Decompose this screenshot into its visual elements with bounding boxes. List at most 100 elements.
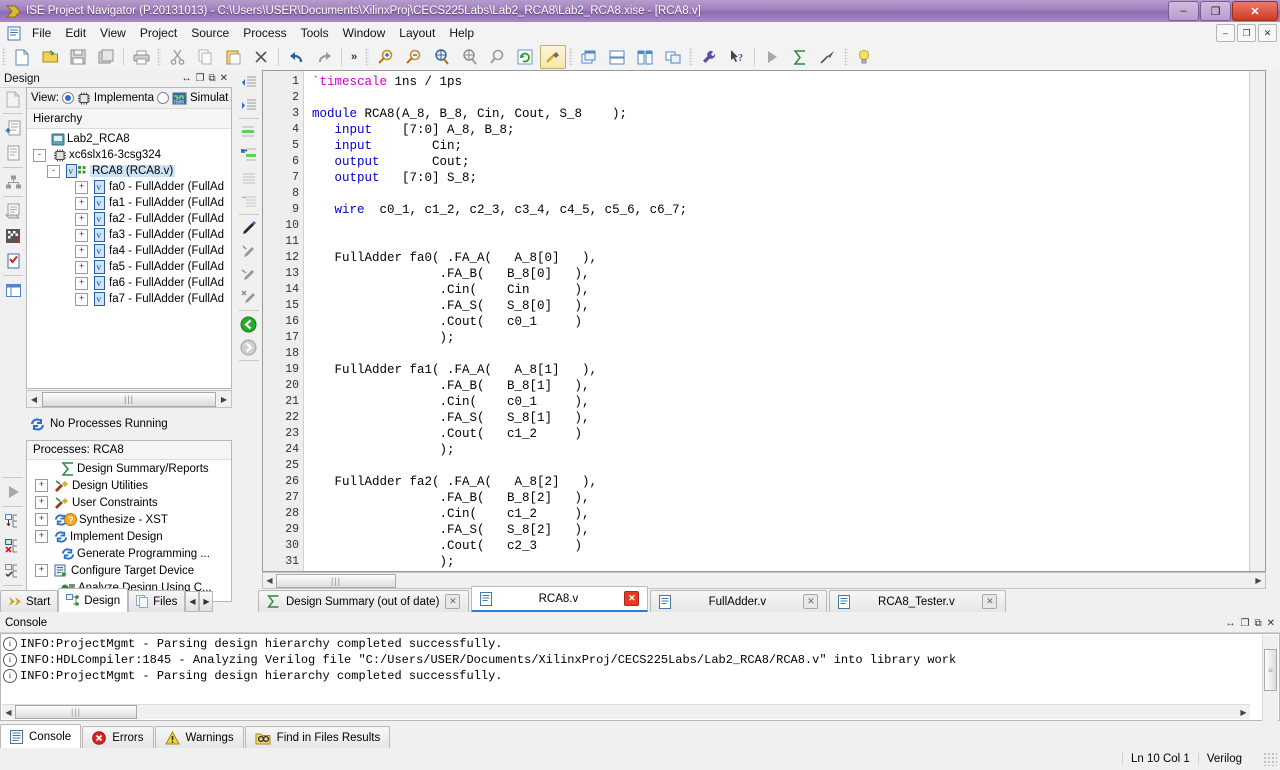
code-line[interactable]: FullAdder fa2( .FA_A( A_8[2] ),	[304, 474, 1265, 490]
run-icon[interactable]	[759, 45, 785, 69]
tile-horizontal-icon[interactable]	[604, 45, 630, 69]
tree-node-fa3[interactable]: + v fa3 - FullAdder (FullAd	[27, 227, 231, 243]
print-icon[interactable]	[128, 45, 154, 69]
console-tab-find-results[interactable]: Find in Files Results	[244, 726, 391, 748]
resize-icon[interactable]: ↔	[1226, 618, 1236, 629]
maximize-icon[interactable]: ❐	[196, 73, 205, 84]
build-icon[interactable]	[540, 45, 567, 69]
clear-bookmarks-icon[interactable]	[237, 190, 260, 212]
console-horizontal-scrollbar[interactable]: ◀ ||| ▶	[2, 704, 1250, 719]
doc-tab-design-summary[interactable]: Design Summary (out of date) ✕	[258, 590, 470, 612]
code-text-area[interactable]: `timescale 1ns / 1ps module RCA8(A_8, B_…	[304, 71, 1265, 570]
doc-tab-rca8[interactable]: RCA8.v ✕	[471, 586, 649, 612]
code-line[interactable]: .Cout( c2_3 )	[304, 538, 1265, 554]
expander-icon[interactable]: +	[75, 260, 88, 274]
scroll-thumb[interactable]: ≡	[1264, 649, 1277, 691]
doc-tab-close-icon[interactable]: ✕	[982, 594, 998, 609]
view-option-simulation[interactable]: Simulat	[190, 92, 228, 104]
menu-layout[interactable]: Layout	[392, 24, 442, 42]
tree-node-fa4[interactable]: + v fa4 - FullAdder (FullAd	[27, 243, 231, 259]
tree-node-fa6[interactable]: + v fa6 - FullAdder (FullAd	[27, 275, 231, 291]
code-line[interactable]	[304, 234, 1265, 250]
close-icon[interactable]: ✕	[1267, 618, 1275, 629]
outdent-icon[interactable]	[237, 71, 260, 93]
close-icon[interactable]: ✕	[220, 73, 228, 84]
expander-icon[interactable]: +	[75, 228, 88, 242]
refresh-icon[interactable]	[512, 45, 538, 69]
float-window-icon[interactable]	[660, 45, 686, 69]
expander-icon[interactable]: -	[33, 148, 46, 162]
code-line[interactable]: wire c0_1, c1_2, c2_3, c3_4, c4_5, c5_6,…	[304, 202, 1265, 218]
process-item-generate-programming[interactable]: Generate Programming ...	[27, 545, 231, 562]
code-line[interactable]	[304, 346, 1265, 362]
menu-source[interactable]: Source	[184, 24, 236, 42]
code-line[interactable]: .Cout( c1_2 )	[304, 426, 1265, 442]
resize-grip[interactable]	[1263, 752, 1277, 766]
code-line[interactable]: );	[304, 330, 1265, 346]
code-line[interactable]	[304, 186, 1265, 202]
expander-icon[interactable]: +	[35, 530, 48, 543]
scroll-left-icon[interactable]: ◀	[27, 393, 41, 406]
process-item-synthesize-xst[interactable]: + ? Synthesize - XST	[27, 511, 231, 528]
radio-simulation[interactable]	[157, 92, 170, 104]
sum-icon[interactable]	[787, 45, 813, 69]
float-icon[interactable]: ⧉	[1254, 618, 1261, 629]
toolbar-grip-6[interactable]	[844, 48, 849, 66]
process-item-user-constraints[interactable]: + User Constraints	[27, 494, 231, 511]
zoom-in-icon[interactable]	[372, 45, 398, 69]
scroll-left-icon[interactable]: ◀	[2, 706, 15, 718]
tab-scroll-left-icon[interactable]: ◀	[185, 591, 200, 612]
prev-bookmark-icon[interactable]	[237, 144, 260, 166]
tree-node-project[interactable]: Lab2_RCA8	[27, 131, 231, 147]
zoom-fit-icon[interactable]	[428, 45, 454, 69]
process-item-design-summary[interactable]: Design Summary/Reports	[27, 460, 231, 477]
expander-icon[interactable]: +	[75, 244, 88, 258]
hierarchy-hscrollbar[interactable]: ◀ ||| ▶	[26, 390, 232, 408]
navigate-back-icon[interactable]	[237, 313, 260, 335]
float-icon[interactable]: ⧉	[208, 73, 215, 84]
menu-view[interactable]: View	[93, 24, 133, 42]
tree-node-fa0[interactable]: + v fa0 - FullAdder (FullAd	[27, 179, 231, 195]
console-tab-warnings[interactable]: Warnings	[154, 726, 244, 748]
code-line[interactable]: .FA_S( S_8[0] ),	[304, 298, 1265, 314]
toolbar-grip-5[interactable]	[689, 48, 694, 66]
zoom-select-icon[interactable]	[484, 45, 510, 69]
resize-icon[interactable]: ↔	[182, 73, 192, 84]
maximize-icon[interactable]: ❐	[1241, 618, 1250, 629]
expander-icon[interactable]: +	[35, 496, 48, 509]
process-item-configure-target-device[interactable]: + Configure Target Device	[27, 562, 231, 579]
scroll-right-icon[interactable]: ▶	[1252, 575, 1265, 587]
menu-window[interactable]: Window	[336, 24, 393, 42]
options-wrench-icon[interactable]	[696, 45, 722, 69]
expander-icon[interactable]: +	[35, 564, 48, 577]
tree-node-fa2[interactable]: + v fa2 - FullAdder (FullAd	[27, 211, 231, 227]
tip-bulb-icon[interactable]	[851, 45, 877, 69]
menu-file[interactable]: File	[25, 24, 58, 42]
code-line[interactable]: output Cout;	[304, 154, 1265, 170]
menu-project[interactable]: Project	[133, 24, 184, 42]
expander-icon[interactable]: +	[75, 212, 88, 226]
process-item-design-utilities[interactable]: + Design Utilities	[27, 477, 231, 494]
uncomment-icon[interactable]	[237, 240, 260, 262]
mdi-minimize-button[interactable]: –	[1216, 24, 1235, 42]
doc-tab-rca8-tester[interactable]: RCA8_Tester.v ✕	[829, 590, 1007, 612]
expander-icon[interactable]: +	[75, 196, 88, 210]
paste-icon[interactable]	[220, 45, 246, 69]
expander-icon[interactable]: +	[75, 180, 88, 194]
doc-tab-close-icon[interactable]: ✕	[445, 594, 461, 609]
code-line[interactable]: .FA_B( B_8[0] ),	[304, 266, 1265, 282]
context-help-icon[interactable]: ?	[724, 45, 750, 69]
code-line[interactable]: );	[304, 442, 1265, 458]
redo-icon[interactable]	[311, 45, 337, 69]
menu-help[interactable]: Help	[442, 24, 481, 42]
toolbar-grip-3[interactable]	[365, 48, 370, 66]
expander-icon[interactable]: +	[35, 513, 48, 526]
editor-vertical-scrollbar[interactable]	[1249, 71, 1265, 571]
copy-icon[interactable]	[192, 45, 218, 69]
next-bookmark-icon[interactable]	[237, 167, 260, 189]
toolbar-grip-2[interactable]	[157, 48, 161, 66]
delete-icon[interactable]	[248, 45, 274, 69]
cut-icon[interactable]	[164, 45, 190, 69]
code-line[interactable]: .FA_B( B_8[1] ),	[304, 378, 1265, 394]
toolbar-grip[interactable]	[2, 48, 6, 66]
